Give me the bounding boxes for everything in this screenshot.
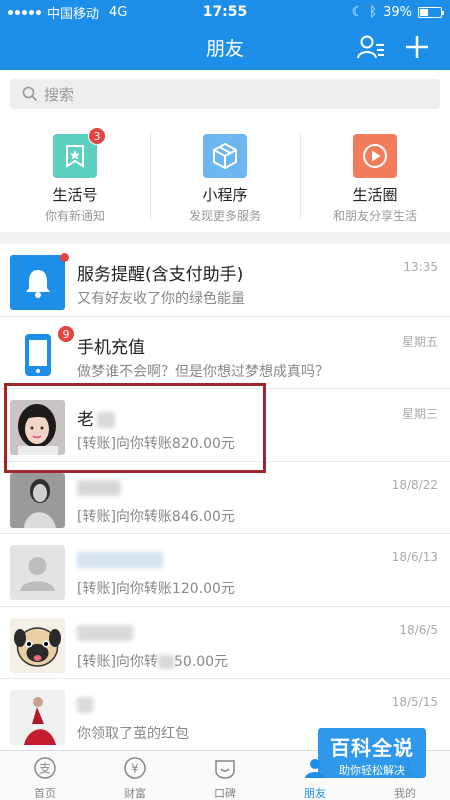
message-time: 18/8/22: [391, 477, 438, 492]
plus-icon: [406, 36, 428, 58]
watermark-title: 百科全说: [330, 736, 414, 760]
message-time: 18/5/15: [391, 695, 438, 709]
network-type: 4G: [109, 4, 128, 20]
koubei-icon: [215, 760, 235, 779]
watermark-subtitle: 助你轻松解决: [339, 764, 405, 777]
message-row-service[interactable]: 服务提醒(含支付助手) 又有好友收了你的绿色能量 13:35: [0, 244, 450, 317]
message-row-recharge[interactable]: 9 手机充值 做梦谁不会啊？但是你想过梦想成真吗？ 星期五: [0, 316, 450, 389]
message-time: 18/6/5: [399, 622, 438, 637]
tab-label: 我的: [394, 787, 416, 800]
nav-bar: 朋友: [0, 24, 450, 70]
shortcut-life-circle[interactable]: 生活圈 和朋友分享生活: [300, 120, 450, 232]
battery-percent: 39%: [383, 4, 412, 20]
unread-count-badge: 9: [57, 324, 75, 343]
tab-label: 口碑: [214, 787, 236, 800]
message-preview: [转账]向你转 50.00元: [77, 653, 229, 670]
search-placeholder: 搜索: [44, 85, 75, 104]
avatar: [10, 617, 65, 673]
life-circle-icon: [353, 134, 397, 178]
battery-icon: [418, 6, 444, 18]
message-title: 手机充值: [77, 337, 145, 358]
message-time: 星期五: [401, 334, 438, 349]
shortcut-subtitle: 发现更多服务: [188, 209, 261, 223]
contact-name: [77, 478, 121, 498]
contact-name: [77, 695, 93, 715]
tab-label: 朋友: [304, 787, 326, 800]
message-preview: [转账]向你转账846.00元: [77, 508, 235, 525]
shortcut-grid: 3 生活号 你有新通知 小程序 发现更多服务 生活圈 和朋友分享生活: [0, 120, 450, 232]
unread-dot: [60, 253, 69, 262]
message-row-contact[interactable]: [转账]向你转 50.00元 18/6/5: [0, 606, 450, 679]
shortcut-mini-program[interactable]: 小程序 发现更多服务: [150, 120, 300, 232]
tab-label: 首页: [34, 787, 56, 800]
message-preview: 做梦谁不会啊？但是你想过梦想成真吗？: [77, 363, 329, 380]
message-preview: [转账]向你转账820.00元: [77, 436, 235, 452]
search-section: 搜索: [0, 70, 450, 120]
shortcut-label: 生活圈: [352, 186, 398, 204]
notification-badge: 3: [88, 127, 106, 145]
status-bar: 中国移动 4G 17:55 ☾ ᛒ 39%: [0, 0, 450, 24]
contact-name: [77, 550, 163, 570]
message-preview: [转账]向你转账120.00元: [77, 581, 235, 597]
shortcut-label: 生活号: [52, 186, 98, 204]
message-time: 18/6/13: [391, 550, 438, 564]
avatar: [10, 400, 65, 455]
wealth-icon: ¥: [124, 757, 146, 779]
message-preview: 你领取了茧的红包: [77, 726, 189, 742]
bell-icon: [10, 255, 65, 310]
svg-text:¥: ¥: [131, 762, 139, 776]
message-row-contact[interactable]: [转账]向你转账846.00元 18/8/22: [0, 461, 450, 534]
shortcut-subtitle: 和朋友分享生活: [332, 209, 417, 223]
avatar: [10, 472, 65, 528]
svg-text:支: 支: [39, 762, 51, 776]
default-avatar-icon: [10, 545, 65, 600]
watermark-logo: 百科全说 助你轻松解决: [318, 728, 426, 778]
avatar: [10, 690, 65, 745]
contacts-button[interactable]: [356, 33, 386, 61]
tab-label: 财富: [124, 787, 146, 800]
tab-home[interactable]: 支 首页: [0, 751, 90, 800]
moon-icon: ☾: [351, 4, 364, 20]
tab-koubei[interactable]: 口碑: [180, 751, 270, 800]
shortcut-label: 小程序: [202, 186, 248, 204]
contacts-icon: [357, 35, 384, 59]
search-input[interactable]: 搜索: [10, 79, 440, 109]
message-title: 服务提醒(含支付助手): [77, 265, 244, 285]
message-preview: 又有好友收了你的绿色能量: [77, 291, 245, 307]
contact-name: [77, 623, 133, 643]
shortcut-life-account[interactable]: 3 生活号 你有新通知: [0, 120, 150, 232]
message-time: 13:35: [403, 260, 438, 274]
bluetooth-icon: ᛒ: [369, 4, 378, 20]
tab-wealth[interactable]: ¥ 财富: [90, 751, 180, 800]
search-icon: [22, 86, 38, 102]
message-time: 星期三: [401, 407, 438, 421]
contact-name: 老: [77, 405, 115, 430]
message-row-contact[interactable]: 老 [转账]向你转账820.00元 星期三: [0, 389, 450, 462]
signal-icon: [8, 9, 41, 15]
message-row-contact[interactable]: [转账]向你转账120.00元 18/6/13: [0, 534, 450, 607]
shortcut-subtitle: 你有新通知: [44, 209, 105, 223]
carrier-label: 中国移动: [47, 6, 100, 22]
message-list: 服务提醒(含支付助手) 又有好友收了你的绿色能量 13:35 9 手机充值 做梦…: [0, 244, 450, 752]
mini-program-icon: [203, 134, 247, 178]
add-button[interactable]: [402, 32, 432, 62]
home-icon: 支: [34, 757, 56, 779]
